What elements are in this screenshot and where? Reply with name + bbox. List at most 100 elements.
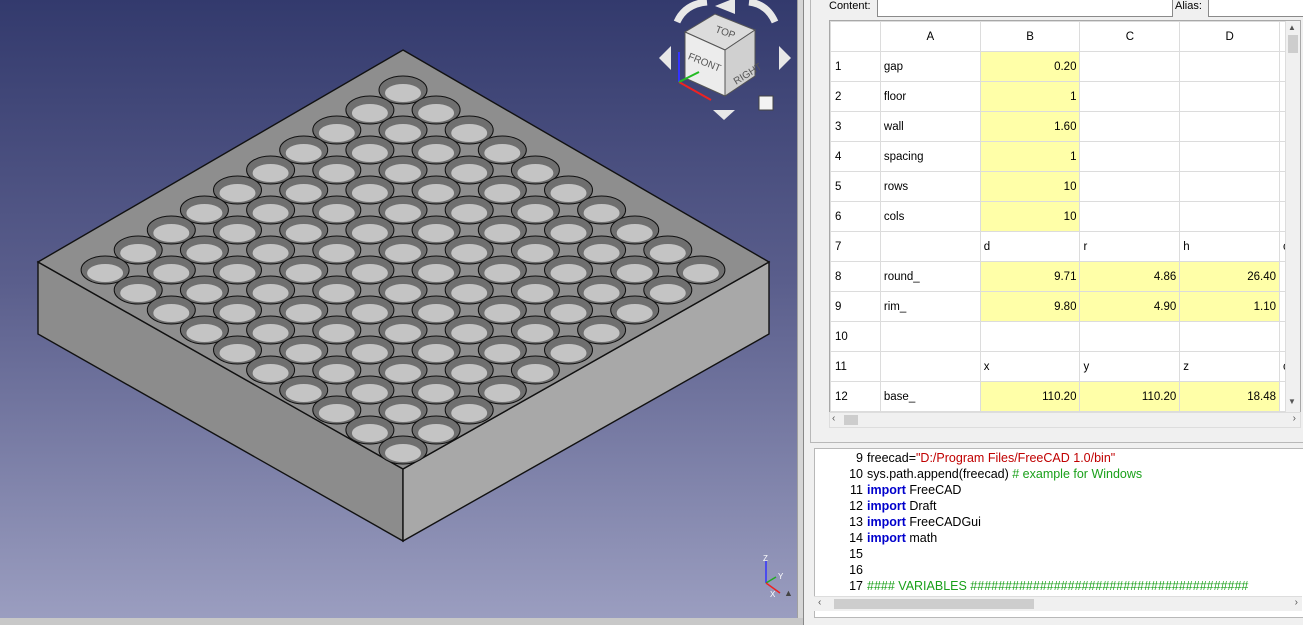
sheet-cell[interactable] [1179,321,1280,352]
spreadsheet-table[interactable]: ABCD 1 gap 0.20 2 floor 1 3 wall 1.60 4 spacing 1 5 r… [830,21,1300,412]
code-line[interactable]: 14 import math [815,531,937,547]
sheet-cell[interactable]: d [979,231,1081,262]
sheet-cell[interactable]: 9.80 [979,291,1081,322]
row-header[interactable]: 7 [830,231,881,262]
sheet-cell[interactable] [1079,201,1181,232]
sheet-cell[interactable]: 18.48 [1179,381,1280,412]
sheet-cell[interactable]: rim_ [879,291,981,322]
row-header[interactable]: 5 [830,171,881,202]
sheet-cell[interactable] [1079,81,1181,112]
sheet-cell[interactable]: 0.20 [979,51,1081,82]
code-line[interactable]: 15 [815,547,867,563]
arrow-left-icon[interactable] [659,46,671,70]
scroll-down-icon[interactable]: ▼ [1288,397,1296,406]
column-header[interactable]: B [979,21,1081,52]
code-line[interactable]: 13 import FreeCADGui [815,515,981,531]
scroll-left-icon[interactable]: ‹ [832,413,835,424]
sheet-cell[interactable]: round_ [879,261,981,292]
scroll-right-icon[interactable]: › [1293,413,1296,424]
scroll-up-icon[interactable]: ▲ [784,588,793,598]
code-line[interactable]: 16 [815,563,867,579]
sheet-cell[interactable]: 4.90 [1079,291,1181,322]
sheet-cell[interactable]: 110.20 [1079,381,1181,412]
sheet-vertical-scrollbar[interactable]: ▲ ▼ [1285,21,1300,413]
sheet-corner[interactable] [830,21,881,52]
sheet-cell[interactable] [979,321,1081,352]
column-header[interactable]: C [1079,21,1181,52]
sheet-hscroll-thumb[interactable] [844,415,858,425]
content-input[interactable] [877,0,1173,17]
sheet-cell[interactable]: 10 [979,201,1081,232]
sheet-cell[interactable] [1179,51,1280,82]
sheet-cell[interactable] [1079,321,1181,352]
3d-viewport[interactable]: TOP FRONT RIGHT Z Y X ▲ [0,0,803,625]
sheet-cell[interactable]: 4.86 [1079,261,1181,292]
row-header[interactable]: 12 [830,381,881,412]
arrow-up-icon[interactable] [715,0,735,14]
sheet-cell[interactable]: base_ [879,381,981,412]
code-line[interactable]: 11 import FreeCAD [815,483,961,499]
code-line[interactable]: 9 freecad="D:/Program Files/FreeCAD 1.0/b… [815,451,1115,467]
row-header[interactable]: 4 [830,141,881,172]
sheet-cell[interactable]: 26.40 [1179,261,1280,292]
sheet-cell[interactable]: floor [879,81,981,112]
sheet-cell[interactable] [879,231,981,262]
code-line[interactable]: 12 import Draft [815,499,936,515]
sheet-cell[interactable]: h [1179,231,1280,262]
sheet-cell[interactable]: x [979,351,1081,382]
sheet-cell[interactable]: 10 [979,171,1081,202]
sheet-cell[interactable]: 9.71 [979,261,1081,292]
scroll-left-icon[interactable]: ‹ [818,597,821,608]
column-header[interactable]: D [1179,21,1280,52]
row-header[interactable]: 1 [830,51,881,82]
sheet-cell[interactable]: 1 [979,141,1081,172]
rotate-left-icon[interactable] [673,0,708,24]
sheet-vscroll-thumb[interactable] [1288,35,1298,53]
sheet-cell[interactable] [1179,141,1280,172]
sheet-cell[interactable]: y [1079,351,1181,382]
sheet-cell[interactable]: cols [879,201,981,232]
scroll-up-icon[interactable]: ▲ [1288,23,1296,32]
code-line[interactable]: 10 sys.path.append(freecad) # example for… [815,467,1142,483]
sheet-cell[interactable]: rows [879,171,981,202]
scroll-right-icon[interactable]: › [1295,597,1298,608]
row-header[interactable]: 6 [830,201,881,232]
sheet-cell[interactable] [1179,81,1280,112]
sheet-cell[interactable]: 110.20 [979,381,1081,412]
arrow-down-icon[interactable] [713,110,735,120]
sheet-cell[interactable]: z [1179,351,1280,382]
rotate-right-icon[interactable] [748,0,779,24]
sheet-horizontal-scrollbar[interactable]: ‹ › [829,412,1301,428]
arrow-right-icon[interactable] [779,46,791,70]
console-horizontal-scrollbar[interactable]: ‹ › [814,596,1302,611]
spreadsheet-grid[interactable]: ABCD 1 gap 0.20 2 floor 1 3 wall 1.60 4 spacing 1 5 r… [829,20,1301,414]
sheet-cell[interactable] [879,351,981,382]
sheet-cell[interactable] [1079,51,1181,82]
sheet-cell[interactable] [1179,111,1280,142]
python-console[interactable]: 9 freecad="D:/Program Files/FreeCAD 1.0/b… [814,448,1303,618]
sheet-cell[interactable]: gap [879,51,981,82]
console-hscroll-thumb[interactable] [834,599,1034,609]
sheet-cell[interactable] [1079,171,1181,202]
navigation-cube[interactable]: TOP FRONT RIGHT [655,0,800,120]
alias-input[interactable] [1208,0,1303,17]
view-menu-icon[interactable] [758,95,774,111]
sheet-cell[interactable]: r [1079,231,1181,262]
sheet-cell[interactable] [1179,201,1280,232]
sheet-cell[interactable]: 1.60 [979,111,1081,142]
row-header[interactable]: 2 [830,81,881,112]
sheet-cell[interactable] [1179,171,1280,202]
row-header[interactable]: 11 [830,351,881,382]
sheet-cell[interactable] [1079,141,1181,172]
row-header[interactable]: 9 [830,291,881,322]
sheet-cell[interactable] [879,321,981,352]
sheet-cell[interactable]: spacing [879,141,981,172]
sheet-cell[interactable]: 1 [979,81,1081,112]
column-header[interactable]: A [879,21,981,52]
row-header[interactable]: 8 [830,261,881,292]
row-header[interactable]: 3 [830,111,881,142]
sheet-cell[interactable]: 1.10 [1179,291,1280,322]
sheet-cell[interactable]: wall [879,111,981,142]
row-header[interactable]: 10 [830,321,881,352]
sheet-cell[interactable] [1079,111,1181,142]
